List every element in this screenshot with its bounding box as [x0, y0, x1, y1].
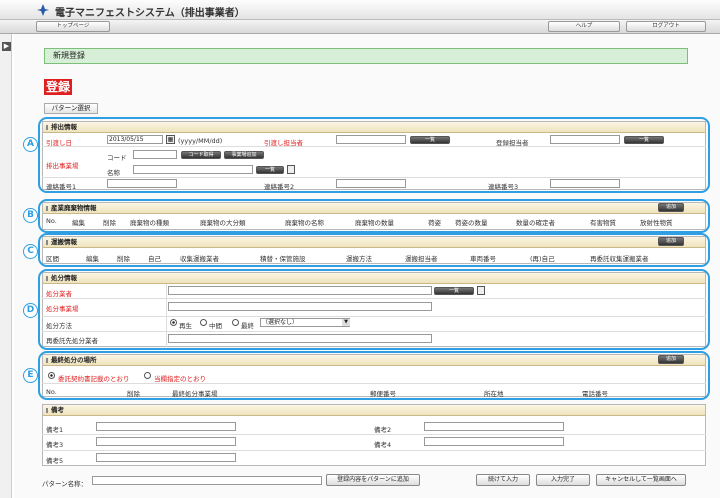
pattern-name-label: パターン名称：	[42, 480, 88, 488]
remark4-input[interactable]	[424, 437, 564, 446]
complete-button[interactable]: 入力完了	[536, 474, 590, 486]
cancel-button[interactable]: キャンセルして一覧画面へ	[596, 474, 686, 486]
jwnet-logo	[36, 3, 50, 17]
help-button[interactable]: ヘルプ	[548, 21, 620, 32]
annotation-box-b	[38, 199, 710, 233]
remark3-label: 備考3	[46, 441, 64, 449]
annotation-box-d	[38, 269, 710, 350]
page-header: 新規登録	[44, 48, 688, 64]
marker-a: A	[23, 137, 38, 152]
logout-button[interactable]: ログアウト	[626, 21, 706, 32]
remarks-title: 備考	[43, 405, 705, 416]
remark1-label: 備考1	[46, 426, 64, 434]
pattern-save-button[interactable]: 登録内容をパターンに追加	[326, 474, 420, 486]
marker-e: E	[23, 368, 38, 383]
app-title: 電子マニフェストシステム（排出事業者）	[55, 8, 245, 19]
marker-d: D	[23, 303, 38, 318]
marker-c: C	[23, 244, 38, 259]
remark5-input[interactable]	[96, 453, 236, 462]
top-page-button[interactable]: トップページ	[36, 21, 110, 32]
remark1-input[interactable]	[96, 422, 236, 431]
side-strip	[0, 34, 12, 498]
remark5-label: 備考5	[46, 457, 64, 465]
remark2-input[interactable]	[424, 422, 564, 431]
annotation-box-e	[38, 351, 710, 400]
remark2-label: 備考2	[374, 426, 392, 434]
expand-arrow-icon[interactable]: ▶	[2, 42, 11, 51]
pattern-name-input[interactable]	[92, 476, 322, 485]
annotation-box-c	[38, 233, 710, 267]
remark4-label: 備考4	[374, 441, 392, 449]
pattern-select-tab[interactable]: パターン選択	[44, 103, 98, 114]
annotation-box-a	[38, 117, 710, 193]
marker-b: B	[23, 208, 38, 223]
page-heading: 登録	[44, 79, 73, 95]
continue-input-button[interactable]: 続けて入力	[476, 474, 530, 486]
remark3-input[interactable]	[96, 437, 236, 446]
